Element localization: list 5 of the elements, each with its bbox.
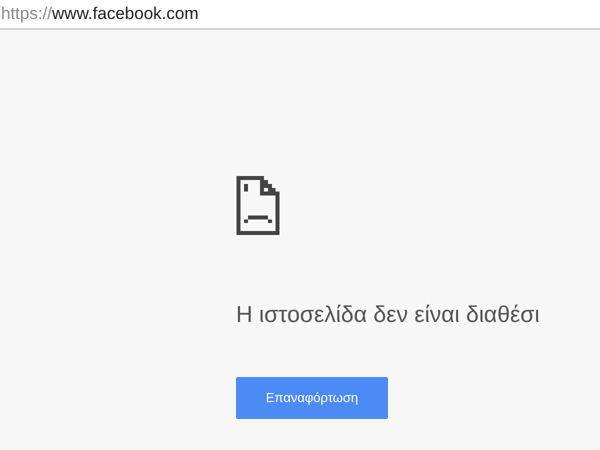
url-host: www.facebook.com xyxy=(52,3,198,26)
address-bar[interactable]: https://www.facebook.com xyxy=(0,0,600,30)
url-scheme: https:// xyxy=(1,3,52,26)
error-heading: Η ιστοσελίδα δεν είναι διαθέσι xyxy=(236,300,540,329)
sad-page-icon xyxy=(236,176,280,235)
